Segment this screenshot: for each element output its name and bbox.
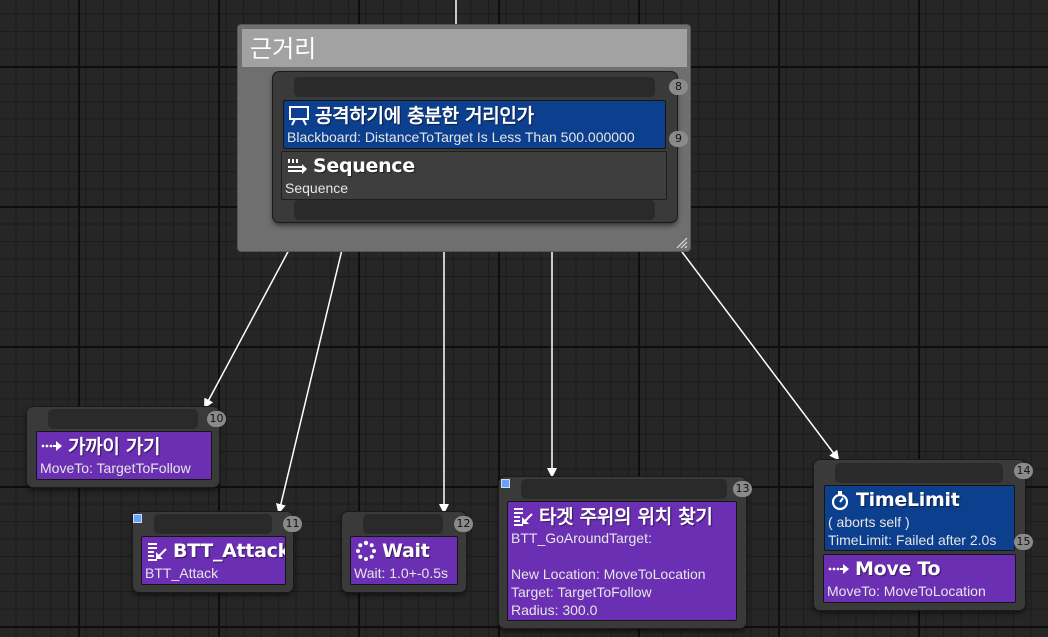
decorator-timelimit[interactable]: TimeLimit ( aborts self ) TimeLimit: Fai… [824,485,1015,551]
task-title: Wait [382,539,430,562]
composite-sequence[interactable]: Sequence Sequence [281,151,667,200]
task-title: 가까이 가기 [68,436,161,458]
input-pin-bar[interactable] [521,479,727,499]
move-to-icon [828,558,850,580]
wire-to-node-10 [204,232,299,409]
decorator-index-badge: 9 [669,131,688,147]
decorator-description: Blackboard: DistanceToTarget Is Less Tha… [287,129,635,145]
decorator-blackboard[interactable]: 공격하기에 충분한 거리인가 Blackboard: DistanceToTar… [283,100,666,149]
move-to-icon [41,435,63,457]
task-btt-attack[interactable]: BTT_Attack BTT_Attack [141,536,286,585]
blueprint-tag-icon [133,514,142,523]
task-description: MoveTo: MoveToLocation [827,583,986,599]
input-pin-bar[interactable] [363,514,443,534]
task-description: BTT_GoAroundTarget: New Location: MoveTo… [511,530,706,618]
task-move-to[interactable]: 가까이 가기 MoveTo: TargetToFollow [36,431,212,480]
decorator-title: 공격하기에 충분한 거리인가 [315,105,534,127]
decorator-description: ( aborts self ) TimeLimit: Failed after … [828,514,997,548]
execution-index-badge: 8 [669,79,688,95]
task-description: BTT_Attack [145,565,219,581]
btt-attack-node[interactable]: 11 BTT_Attack BTT_Attack [133,512,302,592]
execution-index-badge: 10 [207,411,226,427]
task-title: BTT_Attack [173,539,286,562]
task-icon [146,540,168,562]
input-pin-bar[interactable] [154,514,272,534]
input-pin-bar[interactable] [835,463,1003,483]
composite-title: Sequence [313,154,415,177]
task-description: MoveTo: TargetToFollow [40,460,191,476]
input-pin-bar[interactable] [294,77,655,97]
output-pin-bar[interactable] [294,200,655,220]
task-title: Move To [855,557,941,580]
task-move-to[interactable]: Move To MoveTo: MoveToLocation [823,554,1016,603]
decorator-index-badge: 15 [1014,534,1033,550]
execution-index-badge: 12 [454,516,473,532]
move-to-location-node[interactable]: 14 TimeLimit ( aborts self ) TimeLimit: … [814,460,1033,610]
wait-node[interactable]: 12 Wait Wait: 1.0+-0.5s [342,512,473,592]
input-pin-bar[interactable] [48,409,198,429]
task-icon [512,505,534,527]
sequence-node[interactable]: 8 공격하기에 충분한 거리인가 Blackboard: DistanceToT… [273,72,688,222]
wire-to-node-11 [276,232,347,514]
decorator-title: TimeLimit [856,488,960,511]
wire-to-node-14 [663,227,840,461]
execution-index-badge: 14 [1014,463,1033,479]
blackboard-icon [288,104,310,126]
task-description: Wait: 1.0+-0.5s [354,565,449,581]
task-title: 타겟 주위의 위치 찾기 [539,506,713,528]
blueprint-tag-icon [501,479,510,488]
behavior-tree-graph[interactable]: 근거리 8 공격하기에 충분한 거리인가 Blackboard: Distanc… [0,0,1048,637]
sequence-icon [286,155,308,177]
task-wait[interactable]: Wait Wait: 1.0+-0.5s [350,536,458,585]
execution-index-badge: 13 [733,481,752,497]
stopwatch-icon [829,489,851,511]
task-go-around-target[interactable]: 타겟 주위의 위치 찾기 BTT_GoAroundTarget: New Loc… [507,501,737,621]
resize-grip-icon[interactable] [674,235,688,249]
wait-icon [355,540,377,562]
execution-index-badge: 11 [283,516,302,532]
move-to-node-close[interactable]: 10 가까이 가기 MoveTo: TargetToFollow [27,407,226,487]
comment-title: 근거리 [242,29,687,67]
find-location-node[interactable]: 13 타겟 주위의 위치 찾기 BTT_GoAroundTarget: New … [499,477,752,628]
composite-description: Sequence [285,180,349,196]
